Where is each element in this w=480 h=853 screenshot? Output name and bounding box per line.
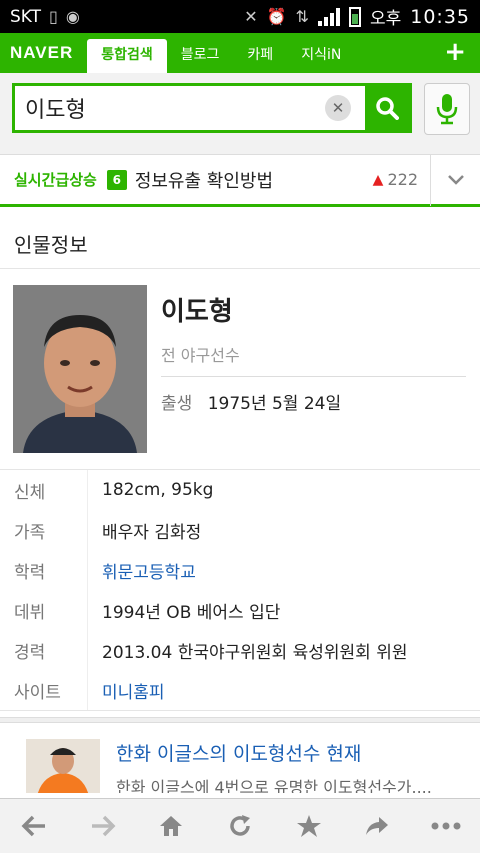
clock-ampm: 오후	[369, 9, 402, 29]
detail-key: 사이트	[0, 670, 88, 710]
detail-row-debut: 데뷔 1994년 OB 베어스 입단	[0, 590, 480, 630]
detail-value: 배우자 김화정	[102, 522, 202, 543]
search-icon	[376, 97, 399, 120]
person-name: 이도형	[161, 297, 233, 327]
education-link[interactable]: 휘문고등학교	[88, 558, 196, 583]
home-icon	[160, 816, 183, 836]
tab-integrated-search[interactable]: 통합검색	[87, 39, 167, 73]
share-button[interactable]	[357, 806, 397, 846]
news-snippet: 한화 이글스에 4번으로 유명한 이도형선수가....	[116, 778, 432, 793]
trending-keyword[interactable]: 정보유출 확인방법	[135, 167, 273, 193]
person-occupation: 전 야구선수	[161, 342, 466, 377]
naver-header: NAVER 통합검색 블로그 카페 지식iN +	[0, 33, 480, 73]
voice-search-button[interactable]	[424, 83, 470, 135]
profile-details-table: 신체 182cm, 95kg 가족 배우자 김화정 학력 휘문고등학교 데뷔 1…	[0, 470, 480, 711]
detail-key: 학력	[0, 550, 88, 590]
profile-photo[interactable]	[13, 285, 147, 453]
news-thumbnail[interactable]	[26, 739, 100, 793]
record-icon: ◉	[65, 7, 80, 26]
expand-trending-button[interactable]	[430, 153, 480, 206]
baseball-player-thumbnail	[26, 739, 100, 793]
person-photo-illustration	[13, 285, 147, 453]
detail-row-body: 신체 182cm, 95kg	[0, 470, 480, 510]
status-bar: SKT ▯ ◉ ✕ ⏰ ⇅ 오후 10:35	[0, 0, 480, 33]
news-item[interactable]: 한화 이글스의 이도형선수 현재 한화 이글스에 4번으로 유명한 이도형선수가…	[0, 723, 480, 793]
rank-badge: 6	[106, 169, 127, 190]
up-arrow-icon: ▲	[372, 171, 384, 188]
refresh-icon	[230, 815, 250, 836]
alarm-icon: ⏰	[266, 7, 287, 26]
microphone-icon	[436, 94, 458, 125]
minihompy-link[interactable]: 미니홈피	[88, 678, 165, 703]
detail-row-career: 경력 2013.04 한국야구위원회 육성위원회 위원	[0, 630, 480, 670]
browser-toolbar	[0, 798, 480, 853]
profile-info: 이도형 전 야구선수 출생 1975년 5월 24일	[161, 285, 466, 453]
carrier-label: SKT	[10, 6, 42, 27]
detail-key: 경력	[0, 630, 88, 670]
mute-icon: ✕	[244, 7, 258, 26]
detail-row-education: 학력 휘문고등학교	[0, 550, 480, 590]
profile-card: 이도형 전 야구선수 출생 1975년 5월 24일	[0, 269, 480, 470]
tab-blog[interactable]: 블로그	[167, 39, 234, 73]
search-button[interactable]	[365, 86, 409, 130]
detail-key: 가족	[0, 510, 88, 550]
section-title: 인물정보	[0, 207, 480, 269]
detail-value: 182cm, 95kg	[102, 480, 214, 500]
chevron-down-icon	[447, 174, 464, 185]
birth-row: 출생 1975년 5월 24일	[161, 389, 466, 414]
bookmark-button[interactable]	[289, 806, 329, 846]
tab-cafe[interactable]: 카페	[233, 39, 287, 73]
forward-arrow-icon	[91, 815, 116, 837]
detail-value: 1994년 OB 베어스 입단	[102, 602, 281, 623]
sim-icon: ▯	[49, 7, 58, 26]
back-button[interactable]	[14, 806, 54, 846]
detail-row-family: 가족 배우자 김화정	[0, 510, 480, 550]
add-tab-button[interactable]: +	[444, 37, 466, 67]
clock-time: 10:35	[410, 5, 470, 28]
battery-icon	[348, 6, 361, 27]
wifi-icon: ⇅	[295, 7, 309, 26]
star-icon	[296, 815, 321, 837]
detail-value: 2013.04 한국야구위원회 육성위원회 위원	[102, 642, 408, 663]
naver-logo[interactable]: NAVER	[10, 43, 73, 63]
search-input[interactable]	[15, 95, 325, 121]
news-title[interactable]: 한화 이글스의 이도형선수 현재	[116, 739, 432, 766]
forward-button[interactable]	[83, 806, 123, 846]
detail-key: 데뷔	[0, 590, 88, 630]
detail-row-site: 사이트 미니홈피	[0, 670, 480, 710]
realtime-trending-bar[interactable]: 실시간급상승 6 정보유출 확인방법 ▲ 222	[0, 153, 480, 207]
trending-change: 222	[387, 170, 418, 189]
birth-value: 1975년 5월 24일	[207, 394, 342, 414]
birth-label: 출생	[161, 394, 193, 414]
more-menu-button[interactable]	[426, 806, 466, 846]
back-arrow-icon	[21, 815, 46, 837]
refresh-button[interactable]	[220, 806, 260, 846]
search-box: ✕	[12, 83, 412, 133]
signal-icon	[317, 7, 340, 26]
detail-key: 신체	[0, 470, 88, 510]
share-arrow-icon	[366, 817, 389, 835]
clear-icon[interactable]: ✕	[325, 95, 351, 121]
search-area: ✕	[0, 73, 480, 155]
home-button[interactable]	[151, 806, 191, 846]
news-text: 한화 이글스의 이도형선수 현재 한화 이글스에 4번으로 유명한 이도형선수가…	[116, 739, 432, 793]
realtime-label: 실시간급상승	[14, 171, 97, 189]
tab-kin[interactable]: 지식iN	[287, 39, 355, 73]
more-dots-icon	[431, 822, 461, 830]
